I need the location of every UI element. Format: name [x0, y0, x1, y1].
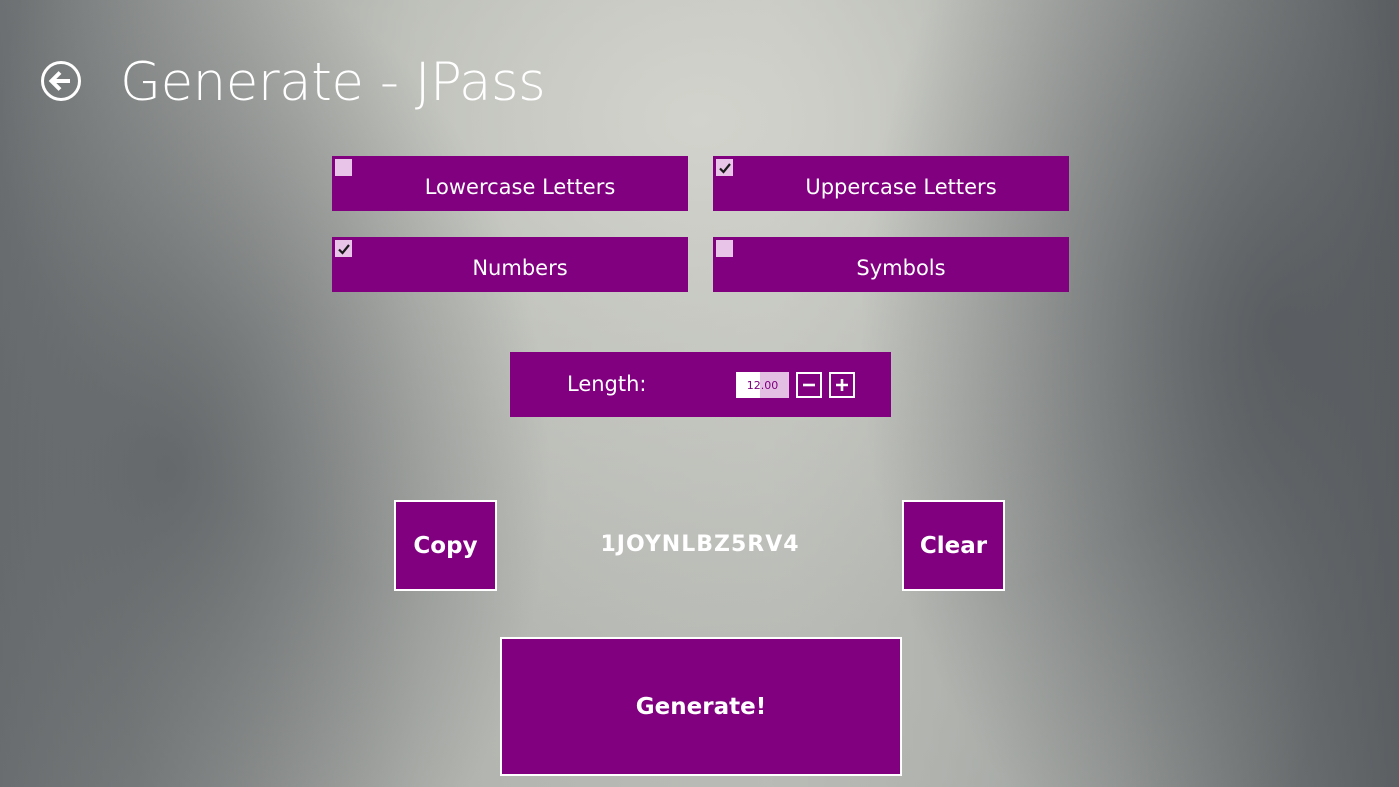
generate-button[interactable]: Generate! [500, 637, 902, 776]
page-title: Generate - JPass [120, 52, 546, 113]
back-button[interactable] [40, 60, 82, 102]
lowercase-letters-option[interactable]: Lowercase Letters [332, 156, 688, 211]
checkmark-icon [337, 243, 350, 255]
back-arrow-circle-icon [40, 60, 82, 102]
length-panel: Length: [510, 352, 891, 417]
checkmark-icon [718, 162, 731, 174]
symbols-label: Symbols [856, 256, 946, 280]
length-input[interactable] [736, 372, 789, 398]
plus-icon [836, 379, 848, 391]
decrement-button[interactable] [796, 372, 822, 398]
uppercase-letters-option[interactable]: Uppercase Letters [713, 156, 1069, 211]
numbers-option[interactable]: Numbers [332, 237, 688, 292]
generated-password: 1JOYNLBZ5RV4 [600, 532, 800, 557]
increment-button[interactable] [829, 372, 855, 398]
numbers-label: Numbers [472, 256, 568, 280]
symbols-option[interactable]: Symbols [713, 237, 1069, 292]
uppercase-letters-label: Uppercase Letters [805, 175, 997, 199]
clear-button[interactable]: Clear [902, 500, 1005, 591]
minus-icon [803, 383, 815, 387]
copy-button[interactable]: Copy [394, 500, 497, 591]
lowercase-letters-label: Lowercase Letters [424, 175, 616, 199]
length-label: Length: [567, 372, 647, 396]
